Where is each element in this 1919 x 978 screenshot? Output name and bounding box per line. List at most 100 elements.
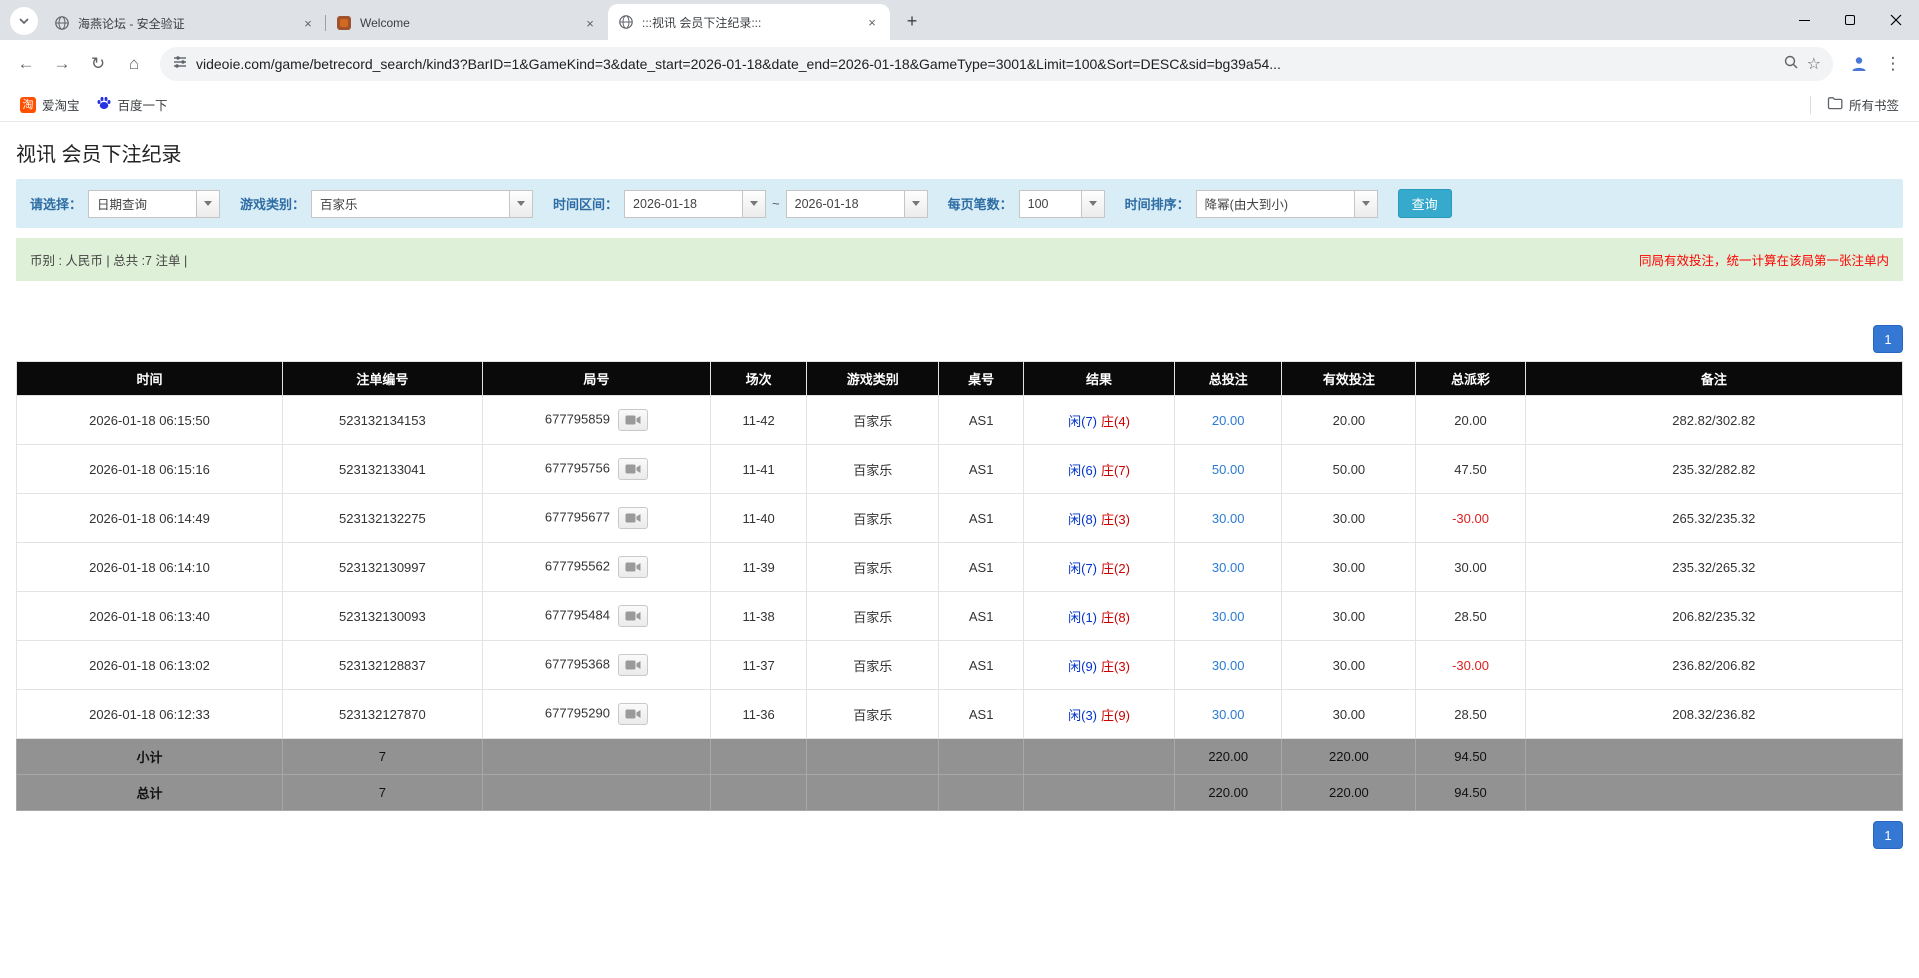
chevron-down-icon[interactable] <box>509 190 533 218</box>
total-bet-link[interactable]: 30.00 <box>1212 658 1245 673</box>
cell-result: 闲(8)庄(3) <box>1024 494 1175 543</box>
page-size-select[interactable]: 100 <box>1019 190 1105 218</box>
chevron-down-icon[interactable] <box>196 190 220 218</box>
all-bookmarks-button[interactable]: 所有书签 <box>1819 91 1907 118</box>
page-1-button[interactable]: 1 <box>1873 821 1903 849</box>
replay-video-button[interactable] <box>618 654 648 676</box>
maximize-button[interactable] <box>1827 0 1873 40</box>
total-bet-link[interactable]: 30.00 <box>1212 609 1245 624</box>
cell-total-bet: 30.00 <box>1174 690 1282 739</box>
chevron-down-icon[interactable] <box>904 190 928 218</box>
bookmarks-bar: 淘 爱淘宝 百度一下 所有书签 <box>0 88 1919 122</box>
address-bar[interactable]: videoie.com/game/betrecord_search/kind3?… <box>160 47 1833 81</box>
new-tab-button[interactable]: + <box>898 7 926 35</box>
search-button[interactable]: 查询 <box>1398 189 1452 218</box>
replay-video-button[interactable] <box>618 703 648 725</box>
site-info-icon[interactable] <box>172 54 188 75</box>
cell-game: 百家乐 <box>807 592 939 641</box>
filter-bar: 请选择： 日期查询 游戏类别： 百家乐 时间区间： 2026-01-18 ~ 2… <box>16 179 1903 228</box>
currency-summary: 币别 : 人民币 | 总共 :7 注单 | <box>30 250 187 269</box>
date-separator: ~ <box>772 196 780 211</box>
close-button[interactable] <box>1873 0 1919 40</box>
cell-time: 2026-01-18 06:13:40 <box>17 592 283 641</box>
close-icon[interactable]: × <box>864 14 880 30</box>
date-mode-value: 日期查询 <box>88 190 196 218</box>
bookmark-star-icon[interactable]: ☆ <box>1807 54 1821 74</box>
total-payout: 94.50 <box>1416 775 1525 811</box>
bookmark-baidu[interactable]: 百度一下 <box>88 91 176 118</box>
cell-valid-bet: 30.00 <box>1282 592 1416 641</box>
tab-welcome[interactable]: Welcome × <box>326 6 608 40</box>
page-1-button[interactable]: 1 <box>1873 325 1903 353</box>
globe-icon <box>618 14 634 30</box>
globe-icon <box>54 15 70 31</box>
site-logo-icon <box>336 15 352 31</box>
cell-result: 闲(7)庄(4) <box>1024 396 1175 445</box>
cell-time: 2026-01-18 06:15:16 <box>17 445 283 494</box>
header-time: 时间 <box>17 362 283 396</box>
cell-table: AS1 <box>939 592 1024 641</box>
filter-game-type: 游戏类别： 百家乐 <box>240 190 533 218</box>
total-bet-link[interactable]: 50.00 <box>1212 462 1245 477</box>
header-round: 局号 <box>482 362 710 396</box>
forward-icon[interactable]: → <box>46 48 78 80</box>
cell-table: AS1 <box>939 543 1024 592</box>
tab-haiyan-forum[interactable]: 海燕论坛 - 安全验证 × <box>44 6 326 40</box>
cell-note: 235.32/282.82 <box>1525 445 1902 494</box>
sort-select[interactable]: 降幂(由大到小) <box>1196 190 1378 218</box>
total-bet-link[interactable]: 30.00 <box>1212 511 1245 526</box>
url-text[interactable]: videoie.com/game/betrecord_search/kind3?… <box>196 56 1775 72</box>
folder-icon <box>1827 95 1843 114</box>
subtotal-valid-bet: 220.00 <box>1282 739 1416 775</box>
tab-bet-records[interactable]: :::视讯 会员下注纪录::: × <box>608 4 890 40</box>
replay-video-button[interactable] <box>618 605 648 627</box>
cell-payout: -30.00 <box>1416 494 1525 543</box>
close-icon[interactable]: × <box>582 15 598 31</box>
cell-round: 677795562 <box>482 543 710 592</box>
subtotal-row: 小计 7 220.00 220.00 94.50 <box>17 739 1903 775</box>
table-footer: 小计 7 220.00 220.00 94.50 总计 7 220.00 220… <box>17 739 1903 811</box>
home-icon[interactable]: ⌂ <box>118 48 150 80</box>
date-start-value: 2026-01-18 <box>624 190 742 218</box>
replay-video-button[interactable] <box>618 458 648 480</box>
chevron-down-icon[interactable] <box>742 190 766 218</box>
date-start-select[interactable]: 2026-01-18 <box>624 190 766 218</box>
sort-value: 降幂(由大到小) <box>1196 190 1354 218</box>
cell-bet-id: 523132128837 <box>282 641 482 690</box>
replay-video-button[interactable] <box>618 507 648 529</box>
profile-icon[interactable] <box>1843 48 1875 80</box>
menu-icon[interactable]: ⋮ <box>1877 48 1909 80</box>
cell-game: 百家乐 <box>807 690 939 739</box>
chevron-down-icon[interactable] <box>1354 190 1378 218</box>
cell-table: AS1 <box>939 641 1024 690</box>
cell-round: 677795290 <box>482 690 710 739</box>
total-bet-link[interactable]: 30.00 <box>1212 707 1245 722</box>
close-icon[interactable]: × <box>300 15 316 31</box>
total-bet-link[interactable]: 30.00 <box>1212 560 1245 575</box>
back-icon[interactable]: ← <box>10 48 42 80</box>
chevron-down-icon[interactable] <box>1081 190 1105 218</box>
table-row: 2026-01-18 06:12:33 523132127870 6777952… <box>17 690 1903 739</box>
total-bet-link[interactable]: 20.00 <box>1212 413 1245 428</box>
bookmark-taobao[interactable]: 淘 爱淘宝 <box>12 91 88 118</box>
replay-video-button[interactable] <box>618 409 648 431</box>
game-type-value: 百家乐 <box>311 190 509 218</box>
minimize-button[interactable] <box>1781 0 1827 40</box>
cell-bet-id: 523132130997 <box>282 543 482 592</box>
cell-bet-id: 523132127870 <box>282 690 482 739</box>
cell-bet-id: 523132132275 <box>282 494 482 543</box>
date-mode-select[interactable]: 日期查询 <box>88 190 220 218</box>
tab-title: :::视讯 会员下注纪录::: <box>642 14 856 31</box>
game-type-select[interactable]: 百家乐 <box>311 190 533 218</box>
replay-video-button[interactable] <box>618 556 648 578</box>
total-label: 总计 <box>17 775 283 811</box>
cell-note: 265.32/235.32 <box>1525 494 1902 543</box>
divider <box>1810 96 1811 114</box>
table-row: 2026-01-18 06:14:49 523132132275 6777956… <box>17 494 1903 543</box>
date-end-select[interactable]: 2026-01-18 <box>786 190 928 218</box>
reload-icon[interactable]: ↻ <box>82 48 114 80</box>
zoom-icon[interactable] <box>1783 54 1799 75</box>
tab-search-icon[interactable] <box>10 7 38 35</box>
date-range-label: 时间区间： <box>553 194 618 213</box>
cell-table: AS1 <box>939 690 1024 739</box>
